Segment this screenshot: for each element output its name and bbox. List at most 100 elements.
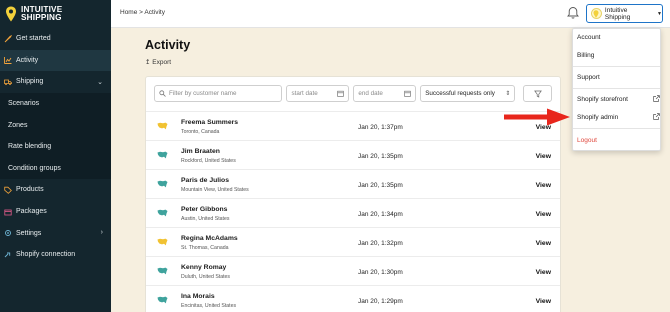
account-name: Intuitive Shipping: [604, 6, 631, 21]
avatar: [591, 8, 602, 19]
table-row[interactable]: Paris de Julios Mountain View, United Sta…: [146, 169, 560, 198]
filter-bar: Filter by customer name start date end d…: [154, 85, 553, 103]
sidebar-item-label: Rate blending: [8, 143, 52, 151]
table-row[interactable]: Regina McAdams St. Thomas, Canada Jan 20, …: [146, 227, 560, 256]
activity-panel: Filter by customer name start date end d…: [145, 76, 561, 312]
location-pin-icon: [6, 6, 16, 22]
usa-map-icon: [157, 267, 168, 275]
sidebar-item-get-started[interactable]: Get started: [0, 28, 111, 50]
sidebar-item-label: Condition groups: [8, 164, 61, 172]
annotation-arrow: [504, 108, 570, 126]
customer-name: Paris de Julios: [181, 177, 229, 184]
external-link-icon: [653, 113, 660, 120]
updown-icon: ⇕: [505, 91, 511, 97]
top-bar: Home > Activity Intuitive Shipping ▼: [111, 0, 670, 28]
table-row[interactable]: Kenny Romay Duluth, United States Jan 20, …: [146, 256, 560, 285]
view-link[interactable]: View: [536, 153, 551, 160]
sidebar-item-scenarios[interactable]: Scenarios: [0, 92, 111, 115]
truck-icon: [4, 78, 12, 86]
request-date: Jan 20, 1:37pm: [358, 124, 403, 131]
usa-map-icon: [157, 180, 168, 188]
sidebar-item-shopify-connection[interactable]: Shopify connection: [0, 244, 111, 266]
canada-map-icon: [157, 122, 168, 130]
sidebar-item-label: Packages: [16, 208, 47, 216]
filter-button[interactable]: [523, 85, 553, 102]
menu-divider: [573, 66, 660, 67]
customer-location: Mountain View, United States: [181, 187, 249, 193]
request-date: Jan 20, 1:29pm: [358, 298, 403, 305]
customer-name: Jim Braaten: [181, 148, 220, 155]
customer-name: Peter Gibbons: [181, 206, 228, 213]
sidebar-item-packages[interactable]: Packages: [0, 201, 111, 223]
sidebar-item-label: Scenarios: [8, 100, 40, 108]
view-link[interactable]: View: [536, 298, 551, 305]
menu-item-billing[interactable]: Billing: [577, 52, 594, 59]
search-icon: [159, 90, 166, 97]
sidebar-item-condition-groups[interactable]: Condition groups: [0, 157, 111, 180]
breadcrumb[interactable]: Home > Activity: [120, 9, 165, 16]
page-title: Activity: [145, 38, 191, 52]
sidebar-item-rate-blending[interactable]: Rate blending: [0, 135, 111, 158]
gear-icon: [4, 229, 12, 237]
external-link-icon: [653, 95, 660, 102]
menu-item-support[interactable]: Support: [577, 74, 600, 81]
table-row[interactable]: Peter Gibbons Austin, United States Jan 20…: [146, 198, 560, 227]
sidebar-item-label: Shopify connection: [16, 251, 76, 259]
customer-name: Regina McAdams: [181, 235, 238, 242]
request-date: Jan 20, 1:30pm: [358, 269, 403, 276]
brand-logo[interactable]: INTUITIVE SHIPPING: [0, 0, 111, 28]
request-status-select[interactable]: Successful requests only ⇕: [420, 85, 516, 102]
sidebar-item-label: Products: [16, 186, 44, 194]
rocket-icon: [4, 34, 12, 43]
customer-location: Duluth, United States: [181, 274, 231, 280]
search-placeholder: Filter by customer name: [169, 90, 237, 97]
end-date-input[interactable]: end date: [353, 85, 417, 102]
calendar-icon: [337, 90, 345, 97]
customer-location: St. Thomas, Canada: [181, 245, 229, 251]
activity-chart-icon: [4, 56, 12, 65]
bell-icon[interactable]: [567, 6, 579, 20]
customer-location: Austin, United States: [181, 216, 230, 222]
sidebar-item-label: Get started: [16, 35, 51, 43]
table-row[interactable]: Ina Morais Encinitas, United States Jan 20…: [146, 285, 560, 312]
filter-icon: [533, 90, 542, 98]
sidebar-item-shipping[interactable]: Shipping ⌄: [0, 71, 111, 93]
request-date: Jan 20, 1:35pm: [358, 182, 403, 189]
customer-name: Kenny Romay: [181, 264, 227, 271]
sidebar-item-products[interactable]: Products: [0, 179, 111, 201]
table-row[interactable]: Jim Braaten Rockford, United States Jan 20…: [146, 140, 560, 169]
customer-location: Encinitas, United States: [181, 303, 237, 309]
menu-item-logout[interactable]: Logout: [577, 137, 597, 144]
request-date: Jan 20, 1:32pm: [358, 240, 403, 247]
sidebar-item-zones[interactable]: Zones: [0, 114, 111, 136]
export-link[interactable]: ↥ Export: [145, 58, 171, 66]
view-link[interactable]: View: [536, 240, 551, 247]
account-menu-button[interactable]: Intuitive Shipping ▼: [586, 4, 663, 23]
menu-item-shopify-admin[interactable]: Shopify admin: [577, 113, 660, 121]
caret-down-icon: ▼: [657, 10, 662, 17]
link-icon: [4, 251, 12, 259]
request-date: Jan 20, 1:34pm: [358, 211, 403, 218]
upload-icon: ↥: [145, 59, 151, 66]
request-date: Jan 20, 1:35pm: [358, 153, 403, 160]
menu-item-account[interactable]: Account: [577, 34, 601, 41]
view-link[interactable]: View: [536, 269, 551, 276]
menu-item-shopify-storefront[interactable]: Shopify storefront: [577, 95, 660, 103]
start-date-input[interactable]: start date: [286, 85, 350, 102]
menu-divider: [573, 88, 660, 89]
location-pin-icon: [593, 9, 599, 18]
menu-divider: [573, 128, 660, 129]
customer-search-input[interactable]: Filter by customer name: [154, 85, 283, 102]
customer-location: Rockford, United States: [181, 158, 236, 164]
canada-map-icon: [157, 238, 168, 246]
chevron-right-icon: ›: [100, 229, 103, 237]
sidebar-item-activity[interactable]: Activity: [0, 49, 111, 72]
sidebar-item-label: Zones: [8, 121, 28, 129]
table-row[interactable]: Freema Summers Toronto, Canada Jan 20, 1:3…: [146, 111, 560, 140]
sidebar-item-settings[interactable]: Settings ›: [0, 222, 111, 244]
view-link[interactable]: View: [536, 211, 551, 218]
usa-map-icon: [157, 209, 168, 217]
sidebar: INTUITIVE SHIPPING Get started Activity …: [0, 0, 111, 312]
view-link[interactable]: View: [536, 182, 551, 189]
customer-name: Ina Morais: [181, 293, 215, 300]
